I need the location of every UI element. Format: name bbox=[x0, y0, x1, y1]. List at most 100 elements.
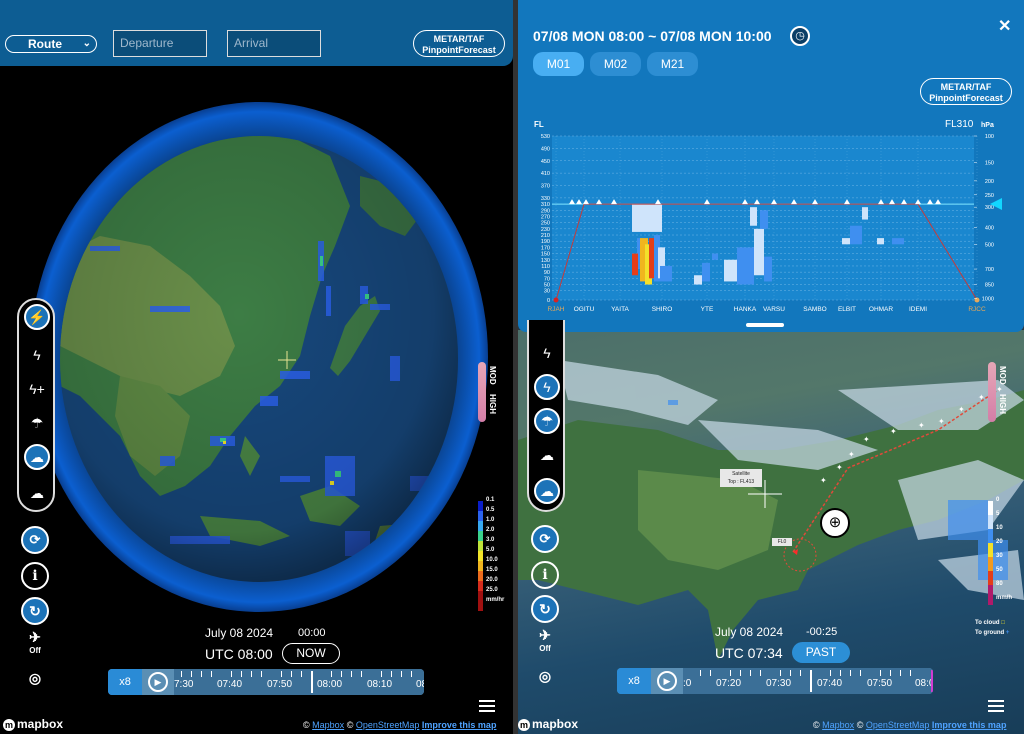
osm-link[interactable]: OpenStreetMap bbox=[866, 720, 930, 730]
tab-m21[interactable]: M21 bbox=[647, 52, 698, 76]
mapbox-logo[interactable]: m mapbox bbox=[518, 717, 578, 731]
flight-label-box: FL0 bbox=[772, 538, 792, 546]
panel-drag-handle[interactable] bbox=[746, 323, 784, 327]
lightning-history-toggle[interactable]: ϟ bbox=[534, 340, 560, 366]
chart-hpa-tick-label: 100 bbox=[985, 134, 994, 140]
past-button[interactable]: PAST bbox=[792, 642, 850, 663]
mapbox-link[interactable]: Mapbox bbox=[822, 720, 854, 730]
chart-waypoint-label: IDEMI bbox=[909, 306, 927, 313]
lightning-plus-toggle[interactable]: ϟ bbox=[534, 374, 560, 400]
legend-swatch bbox=[478, 571, 483, 581]
now-button[interactable]: NOW bbox=[282, 643, 340, 664]
map-attribution: © Mapbox © OpenStreetMap Improve this ma… bbox=[813, 720, 1006, 730]
timeline-tick bbox=[411, 671, 412, 677]
chart-hpa-axis-label: hPa bbox=[981, 122, 994, 129]
flight-toggle[interactable]: ✈ Off bbox=[21, 630, 49, 658]
vertical-profile-panel: 07/08 MON 08:00 ~ 07/08 MON 10:00 ◷ ✕ M0… bbox=[518, 0, 1024, 332]
app-root: Route ⌄ Departure Arrival METAR/TAF Pinp… bbox=[0, 0, 1024, 734]
chart-waypoint-label: YAITA bbox=[611, 306, 629, 313]
flight-toggle-label: Off bbox=[29, 646, 41, 655]
timeline-slider[interactable]: x8 ▶ :0 07:20 07:30 07:40 07:50 08:0 bbox=[617, 668, 933, 694]
lightning-layer-toggle[interactable]: ⚡ bbox=[24, 304, 50, 330]
hamburger-menu-icon[interactable] bbox=[479, 700, 495, 714]
chart-precip-cell bbox=[632, 253, 638, 276]
time-offset: 00:00 bbox=[298, 627, 326, 639]
timeline-end-marker bbox=[931, 670, 933, 692]
improve-map-link[interactable]: Improve this map bbox=[932, 720, 1007, 730]
refresh-button[interactable]: ↻ bbox=[531, 595, 559, 623]
locate-button[interactable]: ◎ bbox=[531, 664, 559, 692]
timeline-slider[interactable]: x8 ▶ 7:30 07:40 07:50 08:00 08:10 08 bbox=[108, 669, 424, 695]
satellite-button[interactable]: ⟳ bbox=[21, 526, 49, 554]
route-dropdown[interactable]: Route ⌄ bbox=[5, 35, 97, 53]
satellite-top-label: Top : FL413 bbox=[727, 479, 755, 485]
locate-button[interactable]: ◎ bbox=[21, 666, 49, 694]
close-icon: ✕ bbox=[998, 18, 1012, 35]
timeline-tick bbox=[291, 671, 292, 677]
lightning-plus-toggle[interactable]: ϟ+ bbox=[24, 376, 50, 402]
chart-precip-cell bbox=[850, 225, 862, 245]
current-date: July 08 2024 bbox=[715, 625, 784, 639]
cloud-layer-toggle[interactable]: ☁ bbox=[24, 480, 50, 506]
chart-fl-tick-label: 450 bbox=[541, 159, 550, 165]
tab-m02[interactable]: M02 bbox=[590, 52, 641, 76]
info-button[interactable]: i bbox=[21, 562, 49, 590]
satellite-button[interactable]: ⟳ bbox=[531, 525, 559, 553]
legend-swatch bbox=[988, 585, 993, 605]
departure-input[interactable]: Departure bbox=[113, 30, 207, 57]
chart-precip-cell bbox=[892, 238, 904, 245]
mapbox-link[interactable]: Mapbox bbox=[312, 720, 344, 730]
timeline-track[interactable]: :0 07:20 07:30 07:40 07:50 08:0 bbox=[683, 668, 933, 694]
globe-map[interactable] bbox=[30, 102, 488, 612]
legend-swatch bbox=[478, 531, 483, 541]
zoom-in-button[interactable]: ⊕ bbox=[820, 508, 850, 538]
rain-layer-toggle[interactable]: ☂ bbox=[534, 408, 560, 434]
timeline-label: 08:00 bbox=[317, 679, 343, 690]
globe-view-pane: Route ⌄ Departure Arrival METAR/TAF Pinp… bbox=[0, 0, 513, 734]
timeline-tick bbox=[860, 670, 861, 676]
clock-icon[interactable]: ◷ bbox=[790, 26, 810, 46]
turbulence-high-label: HIGH bbox=[488, 394, 497, 414]
mapbox-icon: m bbox=[518, 719, 530, 731]
improve-map-link[interactable]: Improve this map bbox=[422, 720, 497, 730]
radar-layer-toggle[interactable]: ☁ bbox=[24, 444, 50, 470]
osm-link[interactable]: OpenStreetMap bbox=[356, 720, 420, 730]
mapbox-logo[interactable]: m mapbox bbox=[3, 717, 63, 731]
metar-taf-button[interactable]: METAR/TAF PinpointForecast bbox=[413, 30, 505, 57]
info-button[interactable]: i bbox=[531, 561, 559, 589]
globe-surface[interactable] bbox=[60, 136, 458, 582]
radar-layer-toggle[interactable]: ☁ bbox=[534, 442, 560, 468]
refresh-button[interactable]: ↻ bbox=[21, 597, 49, 625]
lightning-history-toggle[interactable]: ϟ bbox=[24, 342, 50, 368]
lightning-plus-icon: ϟ+ bbox=[29, 381, 45, 397]
chart-waypoint-label: OHMAR bbox=[869, 306, 894, 313]
rain-layer-toggle[interactable]: ☂ bbox=[24, 410, 50, 436]
timeline-label: :0 bbox=[683, 678, 692, 689]
timeline-label: 07:40 bbox=[817, 678, 843, 689]
hamburger-menu-icon[interactable] bbox=[988, 700, 1004, 714]
flight-toggle[interactable]: ✈ Off bbox=[531, 628, 559, 656]
close-panel-button[interactable]: ✕ bbox=[998, 16, 1011, 36]
satellite-icon: ⟳ bbox=[29, 532, 41, 547]
play-button[interactable]: ▶ bbox=[657, 671, 677, 691]
map-attribution: © Mapbox © OpenStreetMap Improve this ma… bbox=[303, 720, 496, 730]
time-offset: -00:25 bbox=[806, 626, 838, 638]
timeline-tick bbox=[740, 670, 741, 676]
chart-fl-tick-label: 190 bbox=[541, 239, 550, 245]
play-button[interactable]: ▶ bbox=[148, 672, 168, 692]
timeline-track[interactable]: 7:30 07:40 07:50 08:00 08:10 08 bbox=[174, 669, 424, 695]
legend-value: 50 bbox=[996, 567, 1003, 573]
chart-fl-tick-label: 70 bbox=[544, 276, 550, 282]
tab-m01[interactable]: M01 bbox=[533, 52, 584, 76]
info-icon: i bbox=[542, 567, 548, 583]
timeline-label: 07:50 bbox=[267, 679, 293, 690]
arrival-input[interactable]: Arrival bbox=[227, 30, 321, 57]
metar-taf-button-panel[interactable]: METAR/TAF PinpointForecast bbox=[920, 78, 1012, 105]
speed-button[interactable]: x8 bbox=[617, 668, 651, 694]
cloud-layer-toggle[interactable]: ☁ bbox=[534, 478, 560, 504]
lightning-clock-icon: ϟ bbox=[33, 347, 41, 363]
chart-waypoint-label: RJCC bbox=[968, 306, 986, 313]
chart-precip-cell bbox=[724, 259, 737, 282]
speed-button[interactable]: x8 bbox=[108, 669, 142, 695]
radar-icon: ☁ bbox=[30, 449, 44, 465]
